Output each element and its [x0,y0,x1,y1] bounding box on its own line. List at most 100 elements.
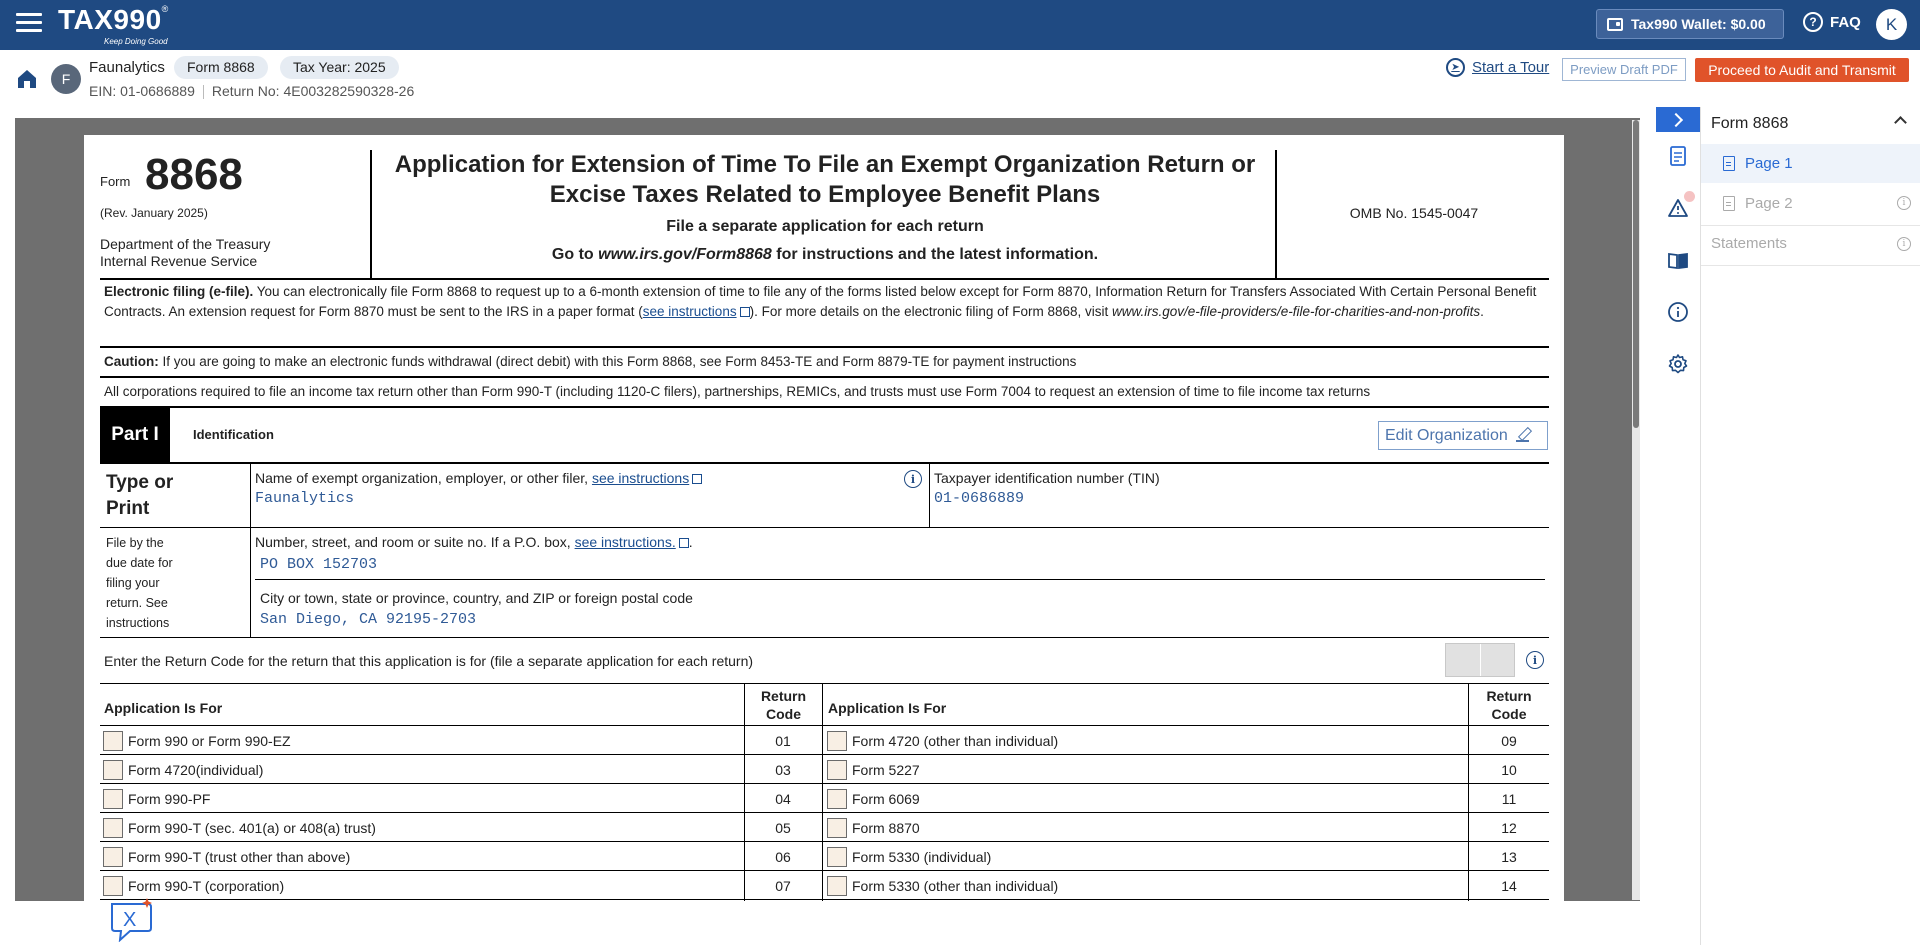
checkbox-form-6069[interactable] [827,789,847,809]
header-divider [1275,150,1277,278]
rule [100,527,1549,528]
street-instructions-link[interactable]: see instructions. [575,534,689,550]
name-instructions-link[interactable]: see instructions [591,470,703,486]
org-name: Faunalytics [89,59,165,76]
checkbox-form-990[interactable] [103,731,123,751]
app-logo[interactable]: TAX990® Keep Doing Good [58,4,168,46]
checkbox-form-5227[interactable] [827,760,847,780]
document-icon[interactable] [1667,145,1689,167]
checkbox-form-990-pf[interactable] [103,789,123,809]
rule [100,406,1549,408]
info-icon[interactable]: i [1526,651,1544,669]
sidebar-item-page-1[interactable]: Page 1 [1701,144,1920,183]
street-field[interactable]: PO BOX 152703 [260,556,377,573]
city-field[interactable]: San Diego, CA 92195-2703 [260,611,476,628]
separator [202,85,204,100]
rule [100,637,1549,638]
checkbox-form-5330-other[interactable] [827,876,847,896]
tax-year-chip: Tax Year: 2025 [280,56,399,79]
checkbox-form-990-t-corporation[interactable] [103,876,123,896]
book-icon[interactable] [1667,249,1689,271]
checkbox-form-990-t-401a[interactable] [103,818,123,838]
table-cell-label: Form 990-T (sec. 401(a) or 408(a) trust) [128,820,376,836]
table-cell-code: 04 [775,791,791,807]
sub2-url: www.irs.gov/Form8868 [598,246,772,263]
return-number: Return No: 4E003282590328-26 [211,83,415,99]
start-tour-link[interactable]: ➤ Start a Tour [1446,58,1549,77]
menu-icon[interactable] [16,13,42,35]
rule [100,462,1549,464]
table-cell-code: 06 [775,849,791,865]
form-viewer[interactable]: Form 8868 (Rev. January 2025) Department… [15,118,1640,901]
street-label: Number, street, and room or suite no. If… [255,534,693,550]
col-header-line: Code [1491,706,1527,722]
org-name-label: Name of exempt organization, employer, o… [255,470,703,486]
form-revision: (Rev. January 2025) [100,206,208,220]
home-icon[interactable] [16,68,38,90]
title-line-2: Excise Taxes Related to Employee Benefit… [549,181,1101,208]
table-cell-label: Form 990-T (corporation) [128,878,285,894]
col-header-application: Application Is For [828,700,947,716]
part-title: Identification [193,427,274,442]
faq-button[interactable]: ? FAQ [1803,12,1861,32]
street-label-text: Number, street, and room or suite no. If… [255,534,575,550]
efile-bold: Electronic filing (e-file). [104,284,254,299]
question-icon: ? [1803,12,1823,32]
type-or-print: Type or Print [106,470,173,522]
org-name-field[interactable]: Faunalytics [255,490,354,507]
efile-instructions-link[interactable]: see instructions [643,304,750,319]
sidebar-item-page-2[interactable]: Page 2 i [1701,184,1920,223]
column-divider [250,463,251,637]
info-circle-icon[interactable] [1667,301,1689,323]
table-cell-code: 03 [775,762,791,778]
info-icon[interactable]: i [904,470,922,488]
name-link-label: see instructions [591,470,690,486]
file-by-line: due date for [106,556,173,570]
wallet-button[interactable]: Tax990 Wallet: $0.00 [1596,9,1784,39]
table-cell-code: 09 [1501,733,1517,749]
preview-draft-pdf-button[interactable]: Preview Draft PDF [1562,58,1686,81]
checkbox-form-990-t-trust[interactable] [103,847,123,867]
statements-row: i [1701,225,1920,264]
checkbox-form-8870[interactable] [827,818,847,838]
return-code-input[interactable] [1445,643,1515,677]
form-number: 8868 [145,150,243,199]
table-cell-label: Form 990-PF [128,791,211,807]
file-by-line: File by the [106,536,164,550]
notification-dot [1684,191,1695,202]
external-link-icon [678,538,689,548]
checkbox-form-4720[interactable] [827,731,847,751]
chevron-up-icon[interactable] [1894,116,1907,129]
omb-number: OMB No. 1545-0047 [1349,205,1479,221]
col-header-line: Return [1486,688,1532,704]
viewer-scrollbar[interactable] [1632,120,1640,900]
print-label: Print [106,498,150,519]
scrollbar-thumb[interactable] [1633,120,1639,428]
checkbox-form-4720-individual[interactable] [103,760,123,780]
edit-organization-button[interactable]: Edit Organization [1378,421,1548,450]
page-icon [1723,156,1735,171]
col-header-return-code: Return Code [1469,687,1549,723]
checkbox-form-5330-individual[interactable] [827,847,847,867]
sidebar-icon-column [1656,133,1700,945]
table-cell-label: Form 990-T (trust other than above) [128,849,351,865]
street-label-post: . [688,534,693,550]
info-icon[interactable]: i [1897,196,1911,210]
col-header-line: Code [766,706,801,722]
info-icon[interactable]: i [1897,237,1911,251]
chat-assistant-icon[interactable]: X [108,898,154,942]
rule [100,899,1549,900]
table-cell-label: Form 8870 [852,820,920,836]
table-cell-label: Form 990 or Form 990-EZ [128,733,291,749]
collapse-panel-button[interactable] [1656,107,1700,132]
proceed-audit-transmit-button[interactable]: Proceed to Audit and Transmit [1695,58,1909,82]
gear-icon[interactable] [1667,353,1689,375]
org-avatar: F [51,64,81,94]
user-avatar[interactable]: K [1876,9,1907,40]
form-word: Form [100,174,131,189]
navigation-icon: ➤ [1446,58,1465,77]
sidebar-item-label: Page 2 [1745,195,1793,212]
tin-field[interactable]: 01-0686889 [934,490,1024,507]
dept-line-1: Department of the Treasury [100,236,271,252]
efile-url: www.irs.gov/e-file-providers/e-file-for-… [1111,304,1481,319]
